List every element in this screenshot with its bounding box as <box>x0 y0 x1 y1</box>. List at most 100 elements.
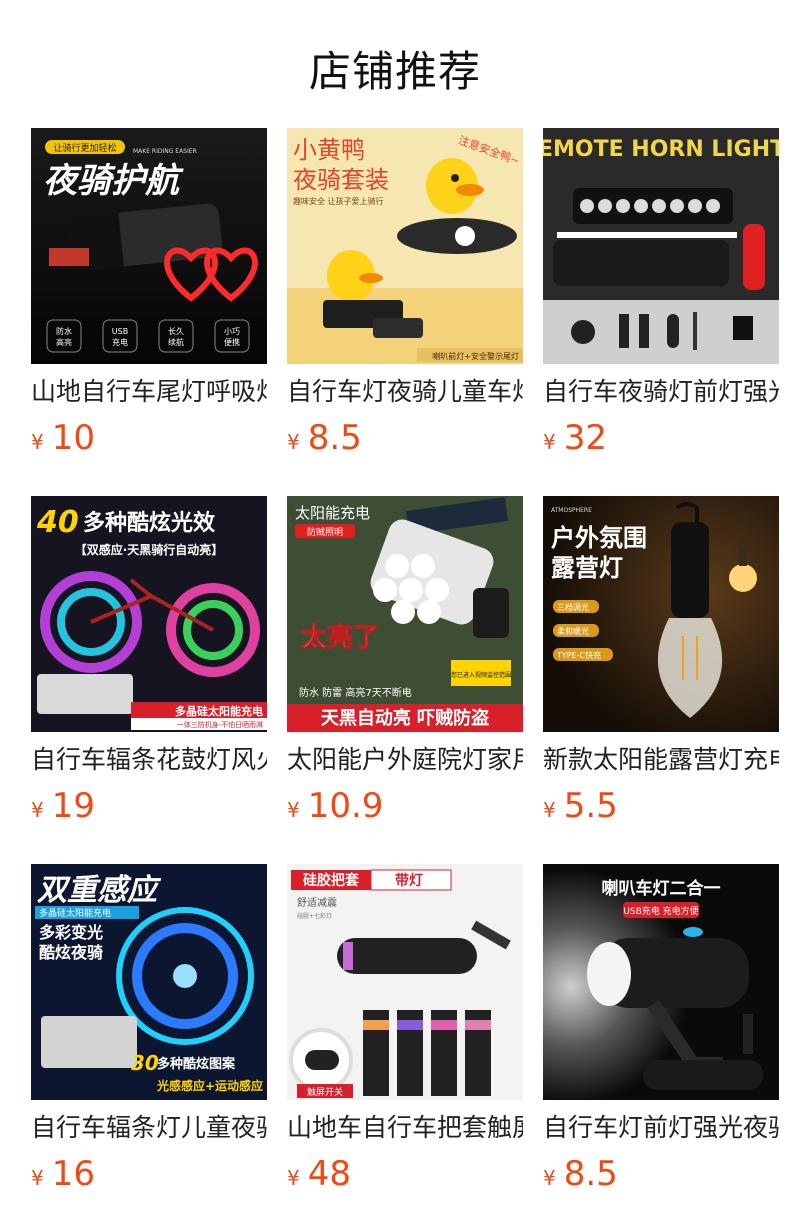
svg-text:ATMOSPHERE: ATMOSPHERE <box>551 507 592 514</box>
currency-symbol: ¥ <box>543 1166 556 1190</box>
svg-text:TYPE-C快充: TYPE-C快充 <box>556 650 601 660</box>
price-value: 19 <box>51 786 95 826</box>
svg-text:多种酷炫图案: 多种酷炫图案 <box>157 1056 236 1072</box>
product-price: ¥10.9 <box>287 786 383 832</box>
product-price: ¥8.5 <box>543 1154 618 1200</box>
product-image[interactable]: 让骑行更加轻松 MAKE RIDING EASIER 夜骑护航 防水 高亮 USB… <box>31 128 267 364</box>
svg-text:MAKE RIDING EASIER: MAKE RIDING EASIER <box>133 148 197 155</box>
store-recommend-page: 店铺推荐 让骑行更加轻松 MAKE RIDING EASIER 夜骑护航 防水 … <box>0 0 790 1232</box>
product-card[interactable]: 小黄鸭 夜骑套装 趣味安全 让孩子爱上骑行 注意安全鸭~ 喇叭前灯+安全警示尾灯 <box>287 128 523 496</box>
svg-text:多种酷炫光效: 多种酷炫光效 <box>83 510 215 536</box>
product-name[interactable]: 山地车自行车把套触屏 <box>287 1112 523 1144</box>
currency-symbol: ¥ <box>287 798 300 822</box>
svg-text:喇叭前灯+安全警示尾灯: 喇叭前灯+安全警示尾灯 <box>432 351 519 361</box>
svg-text:太亮了: 太亮了 <box>301 622 379 653</box>
svg-text:40: 40 <box>36 505 79 540</box>
svg-text:触屏开关: 触屏开关 <box>307 1086 343 1098</box>
product-price: ¥48 <box>287 1154 351 1200</box>
product-price: ¥19 <box>31 786 95 832</box>
currency-symbol: ¥ <box>543 798 556 822</box>
svg-text:高亮: 高亮 <box>56 337 72 347</box>
svg-text:30: 30 <box>131 1051 159 1075</box>
product-card[interactable]: 喇叭车灯二合一 USB充电 充电方便 自行车灯前灯强光夜骑 ¥8.5 <box>543 864 779 1232</box>
product-name[interactable]: 自行车辐条花鼓灯风火轮 <box>31 744 267 776</box>
price-value: 10 <box>51 418 95 458</box>
svg-text:您已进入视频监控范围: 您已进入视频监控范围 <box>451 671 511 679</box>
svg-text:多晶硅太阳能充电: 多晶硅太阳能充电 <box>39 907 111 919</box>
product-price: ¥32 <box>543 418 607 464</box>
product-card[interactable]: 太阳能充电 防贼照明 太亮了 您已进入视频监控范围 防水 防雷 高亮7天不断电 … <box>287 496 523 864</box>
svg-text:硅胶+七彩灯: 硅胶+七彩灯 <box>297 912 332 920</box>
svg-text:户外氛围: 户外氛围 <box>551 523 647 552</box>
svg-text:天黑自动亮 吓贼防盗: 天黑自动亮 吓贼防盗 <box>321 707 489 729</box>
svg-text:充电: 充电 <box>112 337 128 347</box>
svg-text:长久: 长久 <box>168 326 184 336</box>
product-price: ¥16 <box>31 1154 95 1200</box>
product-name[interactable]: 自行车灯前灯强光夜骑 <box>543 1112 779 1144</box>
svg-text:小黄鸭: 小黄鸭 <box>293 136 365 164</box>
svg-text:光感感应+运动感应: 光感感应+运动感应 <box>156 1078 263 1093</box>
price-value: 48 <box>307 1154 351 1194</box>
price-value: 8.5 <box>307 418 362 458</box>
currency-symbol: ¥ <box>543 430 556 454</box>
product-image[interactable]: 太阳能充电 防贼照明 太亮了 您已进入视频监控范围 防水 防雷 高亮7天不断电 … <box>287 496 523 732</box>
product-name[interactable]: 自行车灯夜骑儿童车灯 <box>287 376 523 408</box>
svg-text:舒适减震: 舒适减震 <box>297 896 337 909</box>
price-value: 5.5 <box>563 786 618 826</box>
price-value: 16 <box>51 1154 95 1194</box>
product-name[interactable]: 新款太阳能露营灯充电 <box>543 744 779 776</box>
product-price: ¥5.5 <box>543 786 618 832</box>
svg-text:防水 防雷 高亮7天不断电: 防水 防雷 高亮7天不断电 <box>299 686 412 699</box>
svg-text:续航: 续航 <box>168 337 184 347</box>
svg-text:多晶硅太阳能充电: 多晶硅太阳能充电 <box>175 704 263 718</box>
product-name[interactable]: 山地自行车尾灯呼吸灯 <box>31 376 267 408</box>
svg-text:双重感应: 双重感应 <box>37 873 162 908</box>
product-card[interactable]: 让骑行更加轻松 MAKE RIDING EASIER 夜骑护航 防水 高亮 USB… <box>31 128 267 496</box>
svg-text:便携: 便携 <box>224 337 240 347</box>
currency-symbol: ¥ <box>31 1166 44 1190</box>
currency-symbol: ¥ <box>31 430 44 454</box>
product-name[interactable]: 自行车辐条灯儿童夜骑 <box>31 1112 267 1144</box>
svg-text:柔和暖光: 柔和暖光 <box>557 626 589 636</box>
product-image[interactable]: 双重感应 多晶硅太阳能充电 多彩变光 酷炫夜骑 30 多种酷炫图案 光感感应+运… <box>31 864 267 1100</box>
price-value: 10.9 <box>307 786 384 826</box>
product-card[interactable]: 40 多种酷炫光效 【双感应·天黑骑行自动亮】 多晶硅太阳能充电 一体三防机身·… <box>31 496 267 864</box>
product-image[interactable]: 硅胶把套 带灯 舒适减震 硅胶+七彩灯 触屏开关 <box>287 864 523 1100</box>
svg-text:夜骑套装: 夜骑套装 <box>293 166 389 194</box>
svg-text:夜骑护航: 夜骑护航 <box>43 161 184 201</box>
product-image[interactable]: REMOTE HORN LIGHTS <box>543 128 779 364</box>
svg-text:一体三防机身·不怕日晒雨淋: 一体三防机身·不怕日晒雨淋 <box>177 720 263 729</box>
svg-text:酷炫夜骑: 酷炫夜骑 <box>39 943 103 962</box>
product-card[interactable]: 双重感应 多晶硅太阳能充电 多彩变光 酷炫夜骑 30 多种酷炫图案 光感感应+运… <box>31 864 267 1232</box>
svg-text:太阳能充电: 太阳能充电 <box>295 504 370 522</box>
svg-text:让骑行更加轻松: 让骑行更加轻松 <box>53 142 116 154</box>
currency-symbol: ¥ <box>287 1166 300 1190</box>
svg-text:小巧: 小巧 <box>224 327 240 336</box>
svg-text:喇叭车灯二合一: 喇叭车灯二合一 <box>602 878 721 899</box>
product-grid: 让骑行更加轻松 MAKE RIDING EASIER 夜骑护航 防水 高亮 USB… <box>31 128 779 1232</box>
product-image[interactable]: 40 多种酷炫光效 【双感应·天黑骑行自动亮】 多晶硅太阳能充电 一体三防机身·… <box>31 496 267 732</box>
product-image[interactable]: 小黄鸭 夜骑套装 趣味安全 让孩子爱上骑行 注意安全鸭~ 喇叭前灯+安全警示尾灯 <box>287 128 523 364</box>
price-value: 32 <box>563 418 607 458</box>
svg-text:USB: USB <box>112 327 128 336</box>
currency-symbol: ¥ <box>31 798 44 822</box>
svg-text:趣味安全 让孩子爱上骑行: 趣味安全 让孩子爱上骑行 <box>293 196 384 206</box>
product-name[interactable]: 自行车夜骑灯前灯强光 <box>543 376 779 408</box>
svg-text:带灯: 带灯 <box>395 872 423 889</box>
product-image[interactable]: ATMOSPHERE 户外氛围 露营灯 三档调光 柔和暖光 TYPE-C快充 <box>543 496 779 732</box>
product-price: ¥8.5 <box>287 418 362 464</box>
price-value: 8.5 <box>563 1154 618 1194</box>
product-card[interactable]: ATMOSPHERE 户外氛围 露营灯 三档调光 柔和暖光 TYPE-C快充 新… <box>543 496 779 864</box>
svg-text:多彩变光: 多彩变光 <box>39 923 103 942</box>
svg-text:USB充电 充电方便: USB充电 充电方便 <box>623 905 698 917</box>
svg-text:露营灯: 露营灯 <box>551 553 623 582</box>
product-name[interactable]: 太阳能户外庭院灯家用 <box>287 744 523 776</box>
section-title: 店铺推荐 <box>308 47 481 96</box>
product-card[interactable]: REMOTE HORN LIGHTS 自行车夜骑灯前灯强光 ¥32 <box>543 128 779 496</box>
product-image[interactable]: 喇叭车灯二合一 USB充电 充电方便 <box>543 864 779 1100</box>
currency-symbol: ¥ <box>287 430 300 454</box>
svg-text:防贼照明: 防贼照明 <box>307 526 343 538</box>
svg-text:防水: 防水 <box>56 326 72 336</box>
svg-text:REMOTE HORN LIGHTS: REMOTE HORN LIGHTS <box>543 137 779 162</box>
product-card[interactable]: 硅胶把套 带灯 舒适减震 硅胶+七彩灯 触屏开关 山地车自行车把套触屏 ¥ 48 <box>287 864 523 1232</box>
